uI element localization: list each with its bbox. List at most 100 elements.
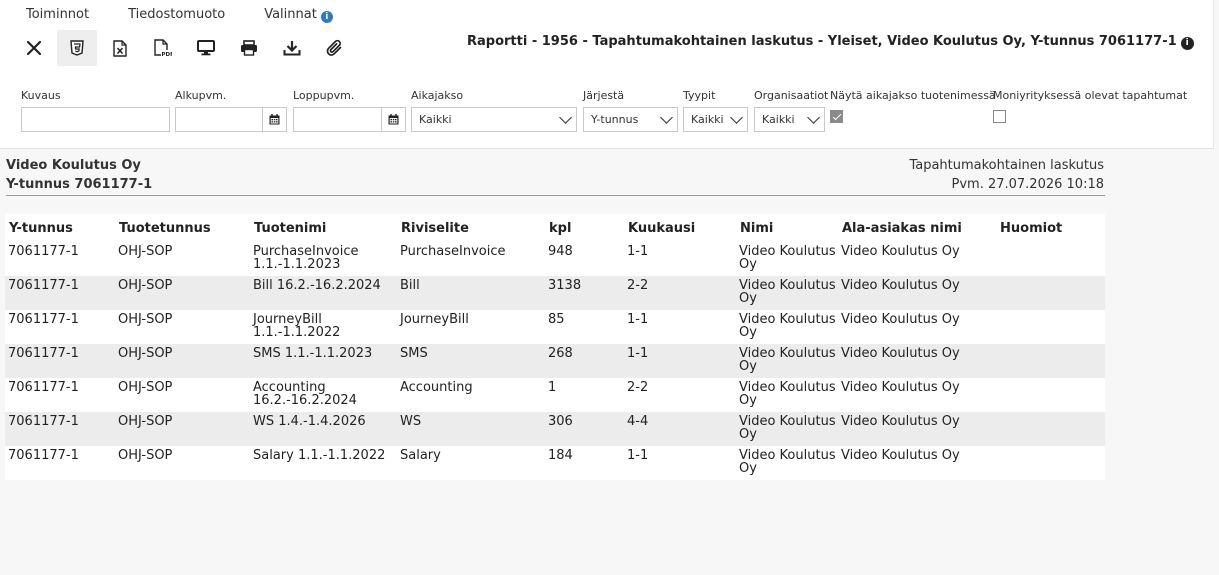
column-header: Huomiot	[996, 214, 1105, 242]
column-header: Nimi	[736, 214, 838, 242]
table-cell: Video Koulutus Oy	[841, 278, 960, 293]
company-name: Video Koulutus Oy	[6, 158, 141, 173]
divider	[6, 195, 1105, 196]
table-cell: Video Koulutus Oy	[739, 312, 836, 340]
report-date: Pvm. 27.07.2026 10:18	[951, 177, 1105, 192]
html5-button[interactable]	[57, 30, 97, 66]
table-cell: 7061177-1	[8, 448, 79, 463]
table-cell: OHJ-SOP	[118, 448, 173, 463]
menu-options[interactable]: Valinnat i	[264, 7, 333, 23]
column-header: Kuukausi	[624, 214, 736, 242]
table-cell: 1-1	[627, 346, 649, 361]
menu-file-format[interactable]: Tiedostomuoto	[128, 7, 225, 23]
table-cell: 184	[548, 448, 573, 463]
pdf-export-button[interactable]: PDF	[143, 30, 183, 66]
report-title-text: Raportti - 1956 - Tapahtumakohtainen las…	[467, 34, 1177, 49]
table-cell: OHJ-SOP	[118, 244, 173, 259]
table-cell: Video Koulutus Oy	[841, 346, 960, 361]
table-cell: PurchaseInvoice 1.1.-1.1.2023	[253, 244, 359, 272]
chevron-down-icon	[660, 110, 673, 124]
start-date-input[interactable]	[176, 108, 262, 131]
multi-company-label: Moniyrityksessä olevat tapahtumat	[993, 89, 1188, 102]
table-cell: Video Koulutus Oy	[739, 448, 836, 476]
column-header: Tuotenimi	[250, 214, 397, 242]
sort-select[interactable]: Y-tunnus	[583, 107, 678, 132]
close-button[interactable]	[14, 30, 54, 66]
table-cell	[996, 412, 1105, 446]
table-cell: JourneyBill 1.1.-1.1.2022	[253, 312, 341, 340]
table-cell: 1-1	[627, 448, 649, 463]
end-date-calendar-button[interactable]	[381, 108, 405, 131]
show-period-checkbox[interactable]	[830, 110, 843, 123]
end-date-field[interactable]	[293, 107, 406, 132]
period-value: Kaikki	[419, 113, 452, 126]
column-header: Tuotetunnus	[115, 214, 250, 242]
table-cell	[996, 378, 1105, 412]
table-cell: 7061177-1	[8, 244, 79, 259]
table-cell: 1	[548, 380, 557, 395]
table-cell: OHJ-SOP	[118, 278, 173, 293]
menu-actions[interactable]: Toiminnot	[26, 7, 89, 23]
table-cell: 3138	[548, 278, 582, 293]
chevron-down-icon	[807, 110, 820, 124]
svg-text:PDF: PDF	[162, 52, 173, 57]
report-name: Tapahtumakohtainen laskutus	[909, 158, 1104, 173]
table-cell: OHJ-SOP	[118, 346, 173, 361]
end-date-label: Loppupvm.	[293, 89, 355, 102]
print-button[interactable]	[229, 30, 269, 66]
attachment-icon	[326, 39, 342, 56]
table-cell: 1-1	[627, 312, 649, 327]
show-period-label: Näytä aikajakso tuotenimessä	[830, 89, 996, 102]
chevron-down-icon	[730, 110, 743, 124]
attachment-button[interactable]	[315, 30, 355, 66]
table-cell: Bill 16.2.-16.2.2024	[253, 278, 381, 293]
organisations-select[interactable]: Kaikki	[754, 107, 825, 132]
menu-options-label: Valinnat	[264, 7, 317, 22]
table-cell: SMS 1.1.-1.1.2023	[253, 346, 373, 361]
description-label: Kuvaus	[21, 89, 61, 102]
table-cell: 7061177-1	[8, 346, 79, 361]
table-cell: 306	[548, 414, 573, 429]
column-header: Ala-asiakas nimi	[838, 214, 996, 242]
column-header: Riviselite	[397, 214, 545, 242]
report-info-icon[interactable]: i	[1180, 37, 1194, 50]
table-cell: 2-2	[627, 380, 649, 395]
table-cell: Video Koulutus Oy	[739, 244, 836, 272]
table-cell: Video Koulutus Oy	[739, 414, 836, 442]
screen-view-button[interactable]	[186, 30, 226, 66]
table-cell: 268	[548, 346, 573, 361]
start-date-calendar-button[interactable]	[262, 108, 286, 131]
table-cell: 4-4	[627, 414, 649, 429]
period-select[interactable]: Kaikki	[411, 107, 577, 132]
sort-value: Y-tunnus	[591, 113, 639, 126]
column-header: Y-tunnus	[5, 214, 115, 242]
table-cell: PurchaseInvoice	[400, 244, 506, 259]
download-button[interactable]	[272, 30, 312, 66]
table-cell: JourneyBill	[400, 312, 469, 327]
table-cell: OHJ-SOP	[118, 380, 173, 395]
table-cell: 7061177-1	[8, 312, 79, 327]
table-cell	[996, 446, 1105, 480]
report-table: Y-tunnus Tuotetunnus Tuotenimi Riviselit…	[5, 214, 1105, 480]
end-date-input[interactable]	[294, 108, 381, 131]
start-date-label: Alkupvm.	[175, 89, 227, 102]
table-cell: Video Koulutus Oy	[739, 346, 836, 374]
screen-icon	[197, 40, 215, 56]
info-icon[interactable]: i	[320, 11, 333, 23]
description-field[interactable]	[21, 107, 170, 132]
table-cell: 85	[548, 312, 565, 327]
organisations-label: Organisaatiot	[754, 89, 829, 102]
table-cell	[996, 344, 1105, 378]
start-date-field[interactable]	[175, 107, 287, 132]
types-select[interactable]: Kaikki	[683, 107, 748, 132]
multi-company-checkbox[interactable]	[993, 110, 1006, 123]
close-icon	[26, 40, 42, 56]
excel-export-button[interactable]	[100, 30, 140, 66]
table-cell: WS	[400, 414, 422, 429]
organisations-value: Kaikki	[762, 113, 795, 126]
download-icon	[283, 41, 301, 56]
description-input[interactable]	[22, 108, 169, 131]
table-cell: Video Koulutus Oy	[841, 380, 960, 395]
table-row: 7061177-1 OHJ-SOP SMS 1.1.-1.1.2023 SMS …	[5, 344, 1105, 378]
table-cell: WS 1.4.-1.4.2026	[253, 414, 366, 429]
